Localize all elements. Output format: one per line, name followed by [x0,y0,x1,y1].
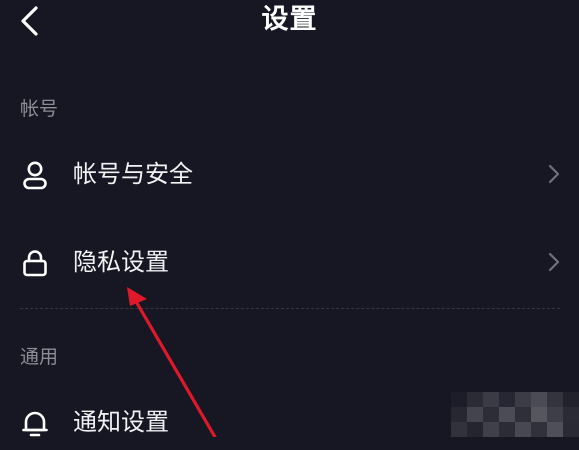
settings-item-privacy[interactable]: 隐私设置 [0,234,579,290]
settings-item-label: 隐私设置 [73,248,169,276]
annotation-arrow [127,287,217,437]
settings-item-account-security[interactable]: 帐号与安全 [0,146,579,202]
chevron-right-icon [548,164,560,184]
settings-item-label: 通知设置 [73,408,169,436]
section-label-account: 帐号 [20,98,59,120]
section-divider [20,308,560,309]
lock-icon [23,250,47,277]
chevron-right-icon [548,252,560,272]
page-title: 设置 [261,4,318,35]
bell-icon [22,411,48,437]
top-bar: 设置 [0,0,579,42]
user-icon [23,161,47,190]
pixelated-blur-patch [451,392,579,437]
section-label-general: 通用 [20,346,59,368]
settings-item-label: 帐号与安全 [73,160,193,188]
